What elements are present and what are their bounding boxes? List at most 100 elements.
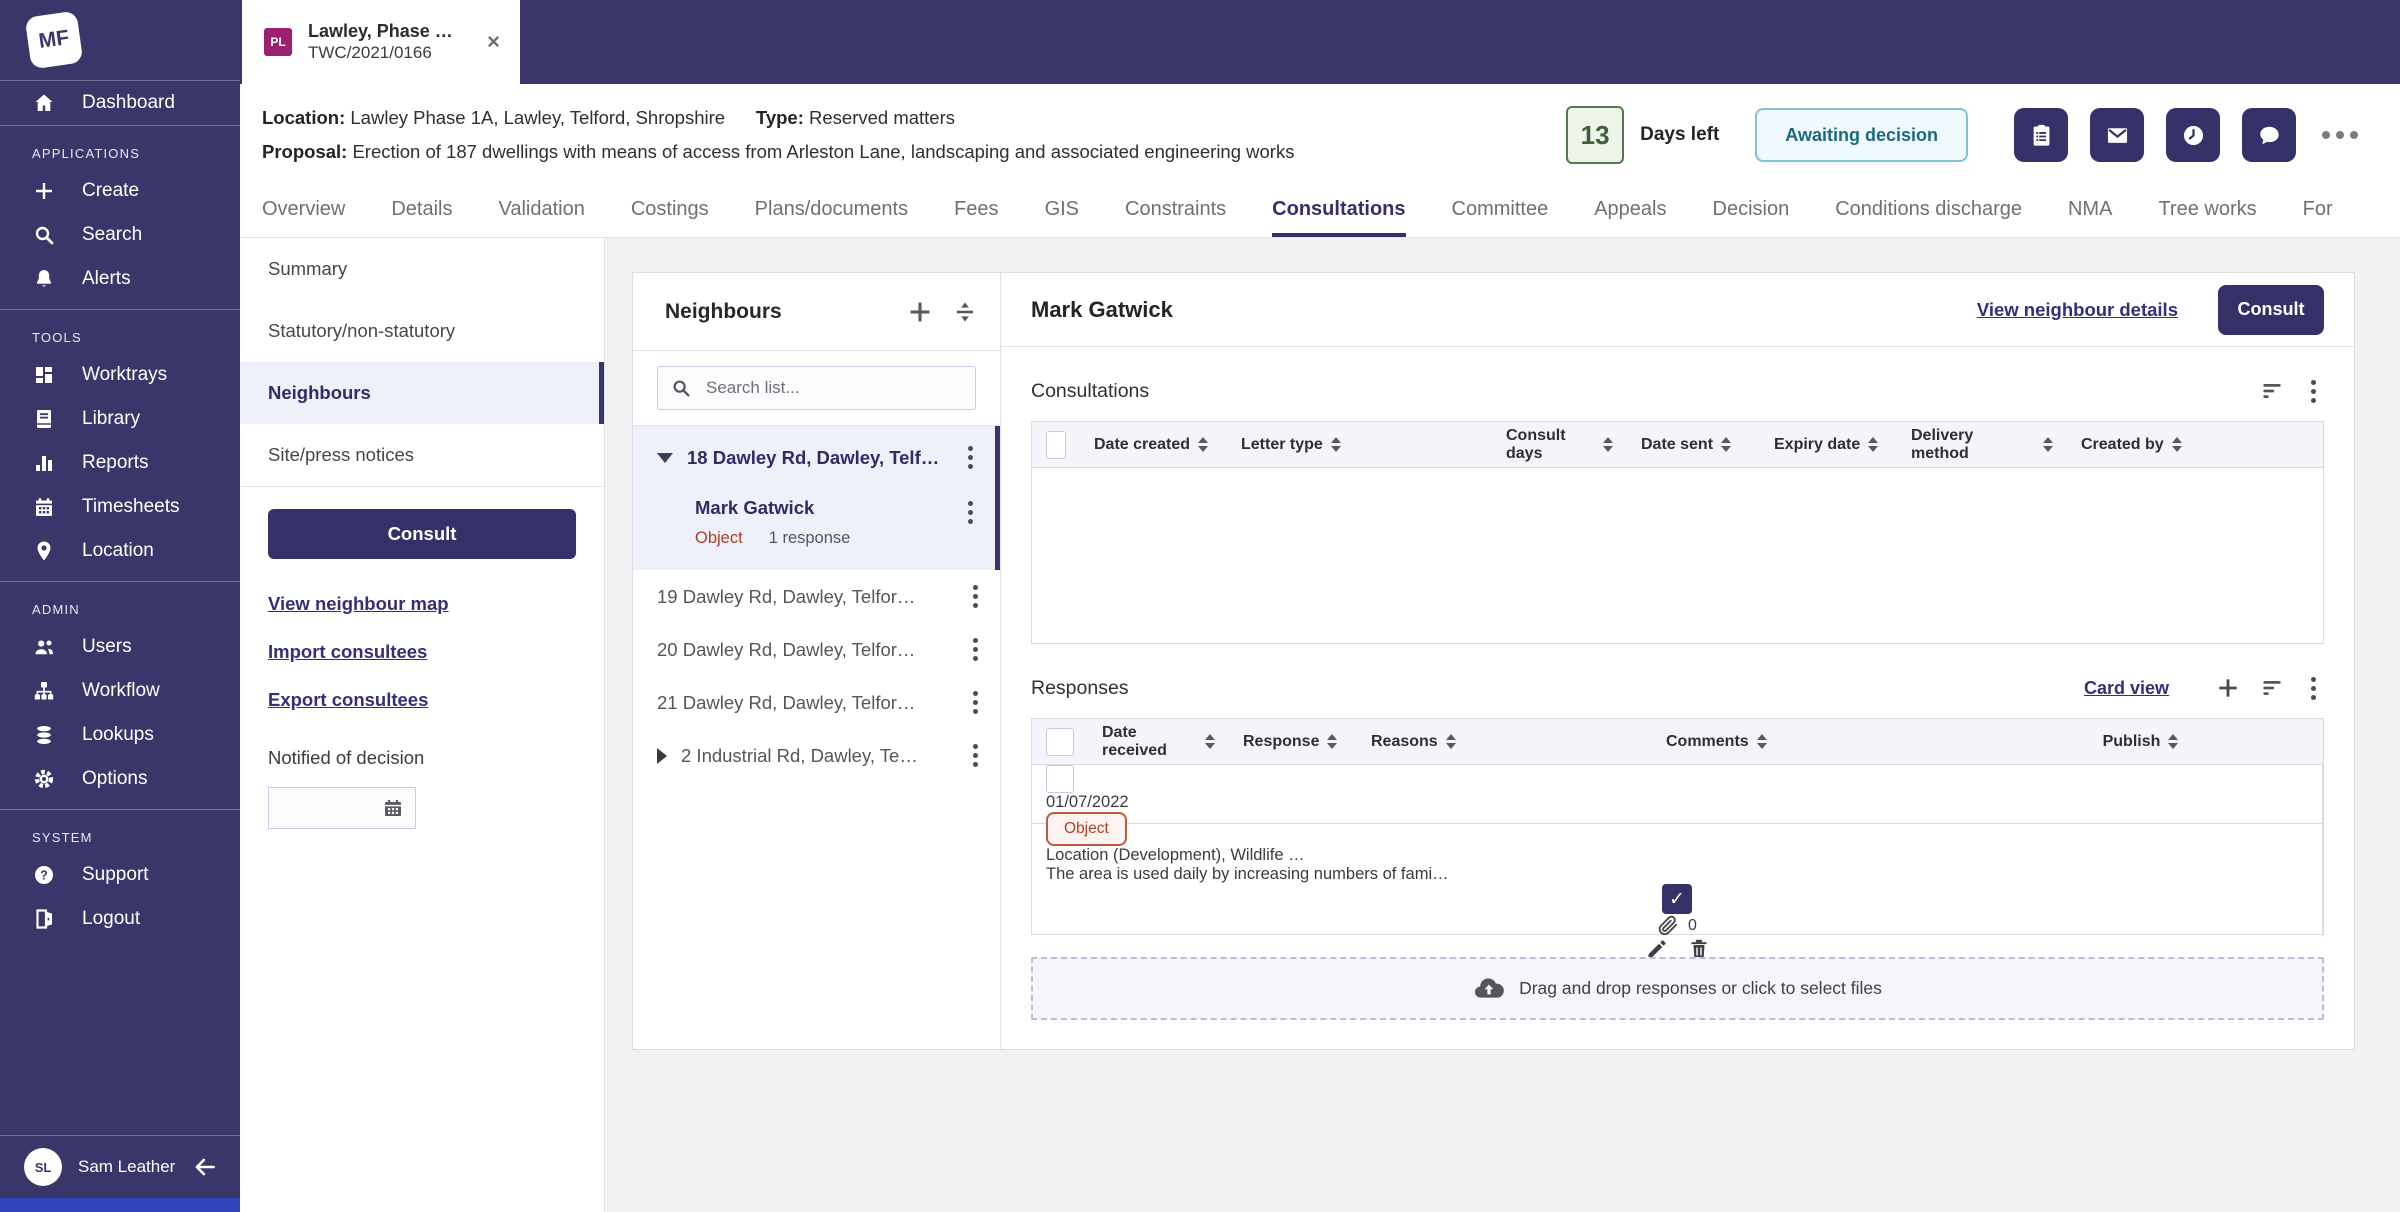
sidebar-item-users[interactable]: Users [0, 625, 240, 669]
tab-constraints[interactable]: Constraints [1125, 186, 1226, 237]
sidebar-item-support[interactable]: ? Support [0, 853, 240, 897]
document-tab[interactable]: PL Lawley, Phase … TWC/2021/0166 × [242, 0, 520, 84]
sidebar-item-dashboard[interactable]: Dashboard [0, 81, 240, 125]
row-menu-icon[interactable] [965, 581, 986, 612]
export-consultees-link[interactable]: Export consultees [268, 689, 576, 711]
card-view-link[interactable]: Card view [2084, 678, 2169, 699]
consult-button[interactable]: Consult [2218, 284, 2324, 335]
chevron-right-icon[interactable] [657, 747, 667, 764]
email-button[interactable] [2090, 108, 2144, 162]
row-menu-icon[interactable] [965, 740, 986, 771]
tab-fees[interactable]: Fees [954, 186, 998, 237]
tab-nma[interactable]: NMA [2068, 186, 2112, 237]
row-menu-icon[interactable] [965, 634, 986, 665]
view-neighbour-map-link[interactable]: View neighbour map [268, 593, 576, 615]
column-header[interactable]: Consult days [1492, 427, 1627, 463]
subnav-item-site-press-notices[interactable]: Site/press notices [240, 424, 604, 486]
sidebar-item-alerts[interactable]: Alerts [0, 257, 240, 301]
sidebar-item-library[interactable]: Library [0, 397, 240, 441]
tab-validation[interactable]: Validation [499, 186, 585, 237]
neighbour-row[interactable]: 21 Dawley Rd, Dawley, Telfor… [633, 676, 1000, 729]
tab-tree-works[interactable]: Tree works [2158, 186, 2256, 237]
contact-menu-icon[interactable] [960, 497, 981, 548]
subnav-item-summary[interactable]: Summary [240, 238, 604, 300]
tab-details[interactable]: Details [391, 186, 452, 237]
subnav-item-neighbours[interactable]: Neighbours [240, 362, 604, 424]
neighbour-contact[interactable]: Mark Gatwick Object 1 response [695, 497, 981, 548]
column-header[interactable]: Date received [1088, 724, 1229, 760]
add-neighbour-icon[interactable] [906, 298, 934, 326]
tab-consultations[interactable]: Consultations [1272, 186, 1406, 237]
tab-committee[interactable]: Committee [1452, 186, 1549, 237]
tab-gis[interactable]: GIS [1045, 186, 1079, 237]
sidebar-item-location[interactable]: Location [0, 529, 240, 573]
sort-icon [1327, 734, 1338, 749]
sidebar-item-worktrays[interactable]: Worktrays [0, 353, 240, 397]
filter-icon[interactable] [2259, 675, 2285, 701]
consult-button[interactable]: Consult [268, 509, 576, 559]
sidebar-item-lookups[interactable]: Lookups [0, 713, 240, 757]
response-upload-dropzone[interactable]: Drag and drop responses or click to sele… [1031, 957, 2324, 1020]
neighbour-search-input[interactable] [704, 377, 963, 399]
sidebar-item-workflow[interactable]: Workflow [0, 669, 240, 713]
close-tab-icon[interactable]: × [483, 29, 504, 55]
column-header[interactable]: Date sent [1627, 436, 1760, 454]
neighbour-row[interactable]: 20 Dawley Rd, Dawley, Telfor… [633, 623, 1000, 676]
sidebar-item-reports[interactable]: Reports [0, 441, 240, 485]
sidebar-item-options[interactable]: Options [0, 757, 240, 801]
tab-costings[interactable]: Costings [631, 186, 709, 237]
row-checkbox[interactable] [1046, 765, 1074, 793]
column-header[interactable]: Date created [1080, 436, 1227, 454]
column-header[interactable]: Response [1229, 733, 1357, 751]
contact-name[interactable]: Mark Gatwick [695, 497, 960, 519]
row-menu-icon[interactable] [965, 687, 986, 718]
history-button[interactable] [2166, 108, 2220, 162]
select-all-checkbox[interactable] [1046, 727, 1074, 756]
tab-decision[interactable]: Decision [1713, 186, 1790, 237]
notified-date-field[interactable] [268, 787, 416, 829]
select-all-checkbox[interactable] [1046, 430, 1066, 459]
column-header[interactable]: Created by [2067, 436, 2323, 454]
consultations-menu-icon[interactable] [2303, 376, 2324, 407]
notes-button[interactable] [2014, 108, 2068, 162]
book-icon [37, 410, 51, 428]
chat-button[interactable] [2242, 108, 2296, 162]
neighbour-search-field[interactable] [657, 366, 976, 410]
paperclip-icon[interactable] [1657, 914, 1680, 937]
column-header[interactable]: Publish [2090, 733, 2191, 751]
calendar-icon[interactable] [381, 796, 405, 820]
sidebar-item-create[interactable]: Create [0, 169, 240, 213]
notified-date-input[interactable] [279, 798, 381, 818]
subnav-item-statutory[interactable]: Statutory/non-statutory [240, 300, 604, 362]
column-header[interactable]: Reasons [1357, 733, 1652, 751]
tab-appeals[interactable]: Appeals [1594, 186, 1666, 237]
responses-menu-icon[interactable] [2303, 673, 2324, 704]
filter-icon[interactable] [2259, 378, 2285, 404]
tab-truncated[interactable]: For [2303, 186, 2333, 237]
app-logo[interactable]: MF [0, 0, 240, 80]
sidebar-item-timesheets[interactable]: Timesheets [0, 485, 240, 529]
sidebar-item-search[interactable]: Search [0, 213, 240, 257]
chevron-down-icon[interactable] [657, 452, 673, 463]
add-response-icon[interactable] [2215, 675, 2241, 701]
column-header[interactable]: Delivery method [1897, 427, 2067, 463]
neighbour-group-selected[interactable]: 18 Dawley Rd, Dawley, Telf… Mark Gatwick… [633, 426, 1000, 570]
more-actions-icon[interactable] [2322, 131, 2358, 139]
tab-plans-documents[interactable]: Plans/documents [755, 186, 908, 237]
publish-checkbox-checked[interactable]: ✓ [1662, 884, 1692, 914]
column-header[interactable]: Expiry date [1760, 436, 1897, 454]
column-header[interactable]: Comments [1652, 733, 2090, 751]
case-header: Location: Lawley Phase 1A, Lawley, Telfo… [240, 84, 2400, 186]
sidebar-item-logout[interactable]: Logout [0, 897, 240, 941]
collapse-arrow-icon[interactable] [192, 1154, 218, 1180]
neighbour-row[interactable]: 19 Dawley Rd, Dawley, Telfor… [633, 570, 1000, 623]
tab-conditions-discharge[interactable]: Conditions discharge [1835, 186, 2022, 237]
tab-overview[interactable]: Overview [262, 186, 345, 237]
neighbour-row[interactable]: 2 Industrial Rd, Dawley, Te… [633, 729, 1000, 782]
neighbour-address[interactable]: 18 Dawley Rd, Dawley, Telf… [687, 447, 946, 469]
column-header[interactable]: Letter type [1227, 436, 1492, 454]
group-menu-icon[interactable] [960, 442, 981, 473]
import-consultees-link[interactable]: Import consultees [268, 641, 576, 663]
split-resize-icon[interactable] [952, 299, 978, 325]
view-neighbour-details-link[interactable]: View neighbour details [1977, 299, 2178, 321]
